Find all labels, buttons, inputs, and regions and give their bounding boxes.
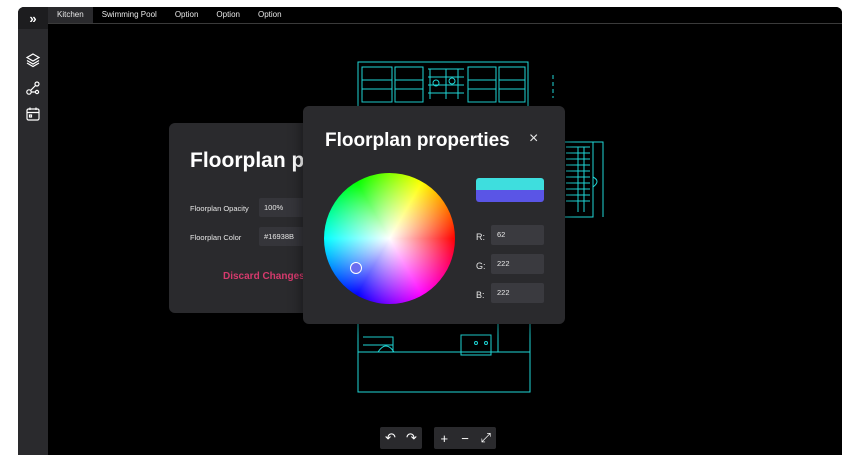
tab-option-2[interactable]: Option	[207, 7, 249, 23]
color-wheel-handle[interactable]	[350, 262, 362, 274]
fit-screen-icon[interactable]: ⤢	[477, 429, 495, 447]
color-panel-title: Floorplan properties	[325, 130, 510, 151]
opacity-label: Floorplan Opacity	[190, 204, 249, 213]
zoom-toolbar: + − ⤢	[434, 427, 496, 449]
discard-changes-button[interactable]: Discard Changes	[223, 271, 305, 282]
nodes-icon[interactable]	[25, 80, 41, 96]
color-wheel[interactable]	[324, 173, 455, 304]
double-chevron-icon: »	[29, 10, 37, 26]
close-icon[interactable]: ×	[529, 130, 538, 148]
redo-icon[interactable]: ↷	[403, 429, 421, 447]
expand-sidebar-button[interactable]: »	[18, 7, 48, 29]
color-picker-panel: Floorplan properties × R: 62 G: 222 B: 2…	[303, 106, 565, 324]
g-input[interactable]: 222	[491, 254, 544, 274]
history-toolbar: ↶ ↷	[380, 427, 422, 449]
r-label: R:	[476, 232, 485, 242]
previous-color-swatch	[476, 190, 544, 202]
tab-kitchen[interactable]: Kitchen	[48, 7, 93, 23]
b-label: B:	[476, 290, 485, 300]
undo-icon[interactable]: ↶	[382, 429, 400, 447]
zoom-in-icon[interactable]: +	[435, 429, 453, 447]
tab-swimming-pool[interactable]: Swimming Pool	[93, 7, 166, 23]
new-color-swatch	[476, 178, 544, 190]
layers-icon[interactable]	[25, 52, 41, 68]
app-window: » Kitchen Swimming Pool Option Option Op…	[18, 7, 842, 455]
r-input[interactable]: 62	[491, 225, 544, 245]
zoom-out-icon[interactable]: −	[456, 429, 474, 447]
g-label: G:	[476, 261, 486, 271]
color-label: Floorplan Color	[190, 233, 242, 242]
tab-option-1[interactable]: Option	[166, 7, 208, 23]
tab-option-3[interactable]: Option	[249, 7, 291, 23]
calendar-icon[interactable]	[25, 106, 41, 122]
sidebar: »	[18, 7, 48, 455]
tab-bar: Kitchen Swimming Pool Option Option Opti…	[48, 7, 842, 24]
b-input[interactable]: 222	[491, 283, 544, 303]
